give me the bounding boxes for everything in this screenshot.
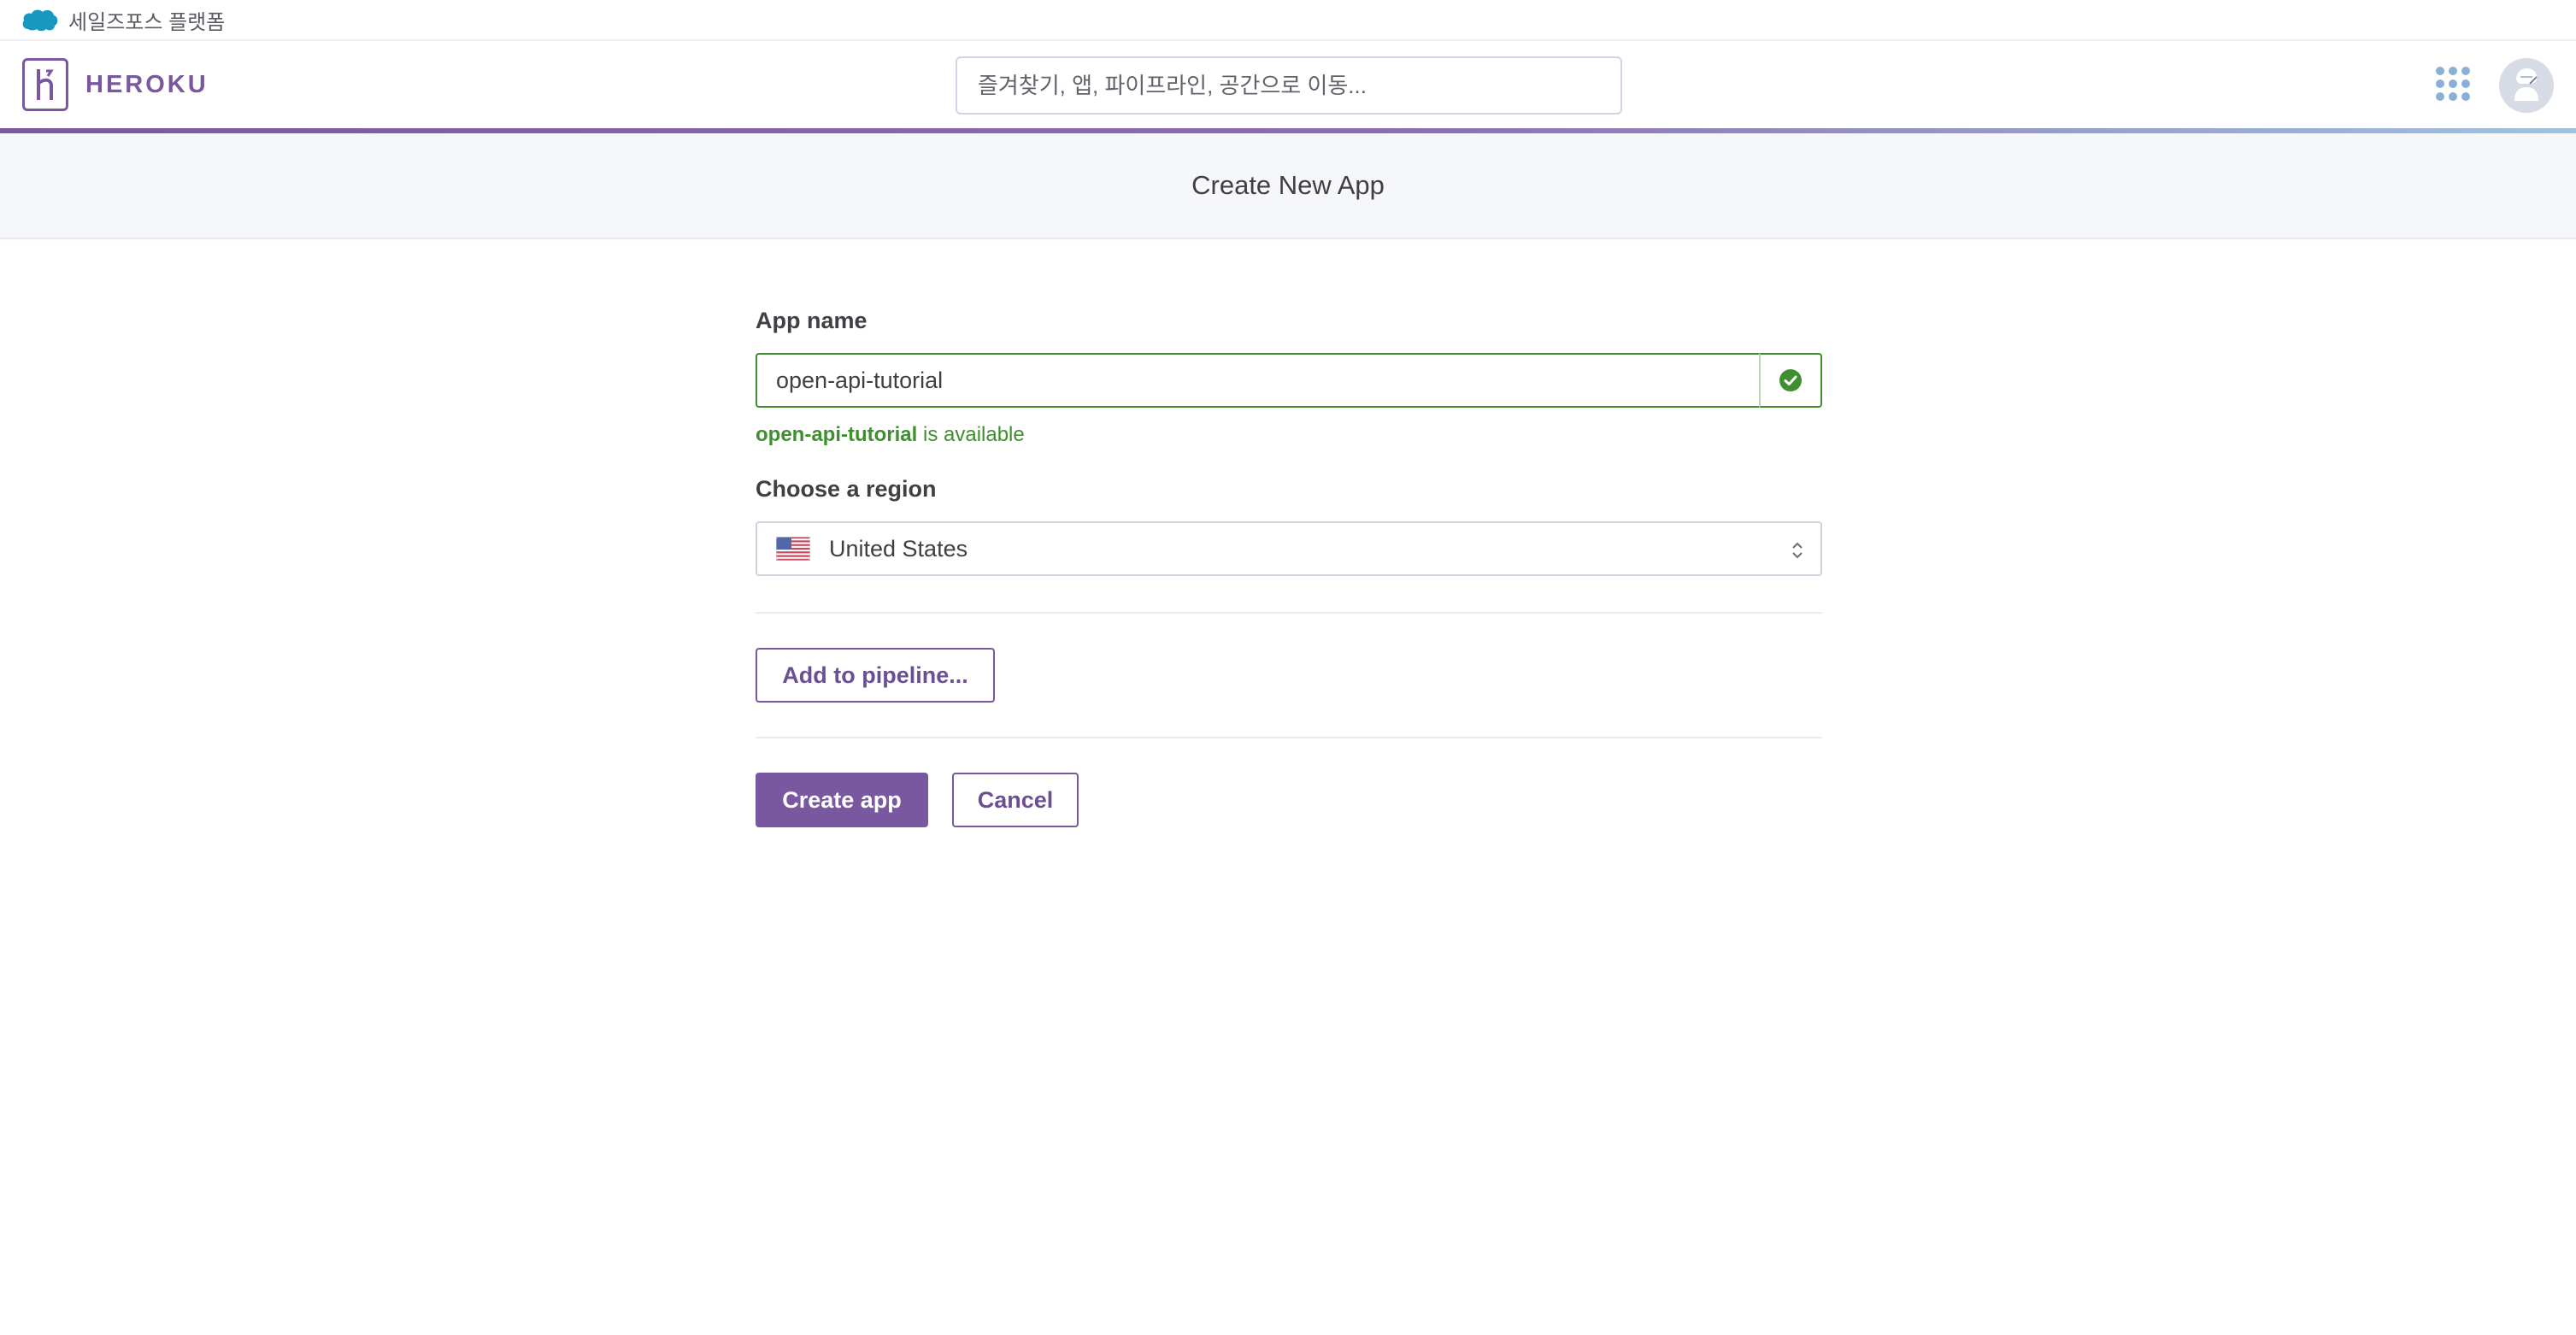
region-select[interactable]: United States (756, 521, 1822, 576)
search-input[interactable] (956, 56, 1622, 115)
heroku-logo-icon (22, 58, 68, 111)
avatar[interactable] (2499, 58, 2554, 113)
availability-suffix: is available (917, 423, 1025, 446)
add-to-pipeline-button[interactable]: Add to pipeline... (756, 648, 995, 703)
heroku-wordmark: HEROKU (85, 70, 209, 98)
available-app-name: open-api-tutorial (756, 423, 918, 446)
create-app-button[interactable]: Create app (756, 773, 928, 827)
app-name-row (756, 353, 1822, 408)
app-name-status (1759, 353, 1822, 408)
salesforce-platform-bar: 세일즈포스 플랫폼 (0, 0, 2576, 41)
heroku-logo[interactable]: HEROKU (22, 58, 209, 111)
select-chevron-icon (1792, 542, 1803, 559)
salesforce-platform-label[interactable]: 세일즈포스 플랫폼 (68, 5, 225, 35)
availability-message: open-api-tutorial is available (756, 423, 1822, 447)
avatar-icon (2499, 58, 2554, 113)
us-flag-icon (776, 537, 810, 561)
create-app-form: App name open-api-tutorial is available … (756, 308, 1822, 827)
heroku-header: HEROKU (0, 43, 2576, 128)
form-actions: Create app Cancel (756, 773, 1822, 827)
region-label: Choose a region (756, 476, 937, 502)
region-value: United States (829, 535, 968, 562)
page-title-band: Create New App (0, 133, 2576, 239)
app-name-input[interactable] (756, 353, 1759, 408)
cancel-button[interactable]: Cancel (952, 773, 1079, 827)
check-circle-icon (1779, 369, 1802, 391)
divider (756, 737, 1822, 738)
salesforce-cloud-icon (22, 9, 58, 32)
divider (756, 612, 1822, 614)
app-name-label: App name (756, 308, 867, 333)
page-title: Create New App (1191, 170, 1385, 200)
apps-grid-icon[interactable] (2436, 67, 2470, 101)
